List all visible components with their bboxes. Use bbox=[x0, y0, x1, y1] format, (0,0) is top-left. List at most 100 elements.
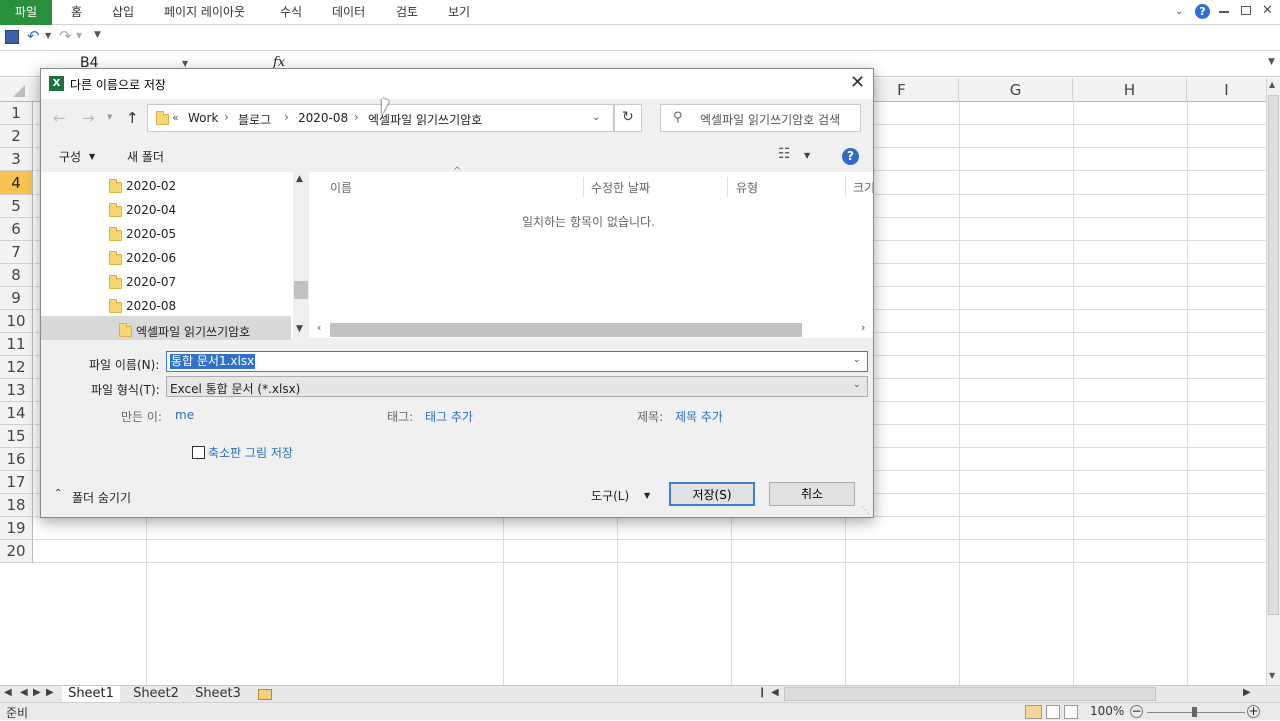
redo-dropdown-icon[interactable]: ▼ bbox=[76, 31, 82, 40]
help-icon[interactable]: ? bbox=[1195, 4, 1210, 19]
view-dropdown-icon[interactable]: ▼ bbox=[804, 151, 810, 160]
prev-sheet-icon[interactable]: ◀ bbox=[20, 687, 28, 698]
tab-view[interactable]: 보기 bbox=[448, 0, 470, 25]
breadcrumb-separator-icon[interactable]: › bbox=[284, 110, 289, 124]
row-header[interactable]: 16 bbox=[0, 448, 33, 471]
row-header[interactable]: 6 bbox=[0, 218, 33, 241]
last-sheet-icon[interactable]: ▶ bbox=[46, 687, 54, 698]
zoom-in-icon[interactable]: + bbox=[1247, 705, 1260, 718]
row-header[interactable]: 8 bbox=[0, 264, 33, 287]
tab-file[interactable]: 파일 bbox=[0, 0, 52, 25]
row-header[interactable]: 19 bbox=[0, 517, 33, 540]
column-size[interactable]: 크기 bbox=[853, 179, 873, 196]
filetype-dropdown-icon[interactable]: ⌄ bbox=[853, 380, 861, 390]
next-sheet-icon[interactable]: ▶ bbox=[33, 687, 41, 698]
tab-insert[interactable]: 삽입 bbox=[112, 0, 134, 25]
nav-scrollbar[interactable]: ▲ ▼ bbox=[293, 172, 309, 338]
zoom-out-icon[interactable]: − bbox=[1130, 705, 1143, 718]
nav-scroll-up-icon[interactable]: ▲ bbox=[296, 174, 303, 184]
hide-folders-button[interactable]: 폴더 숨기기 bbox=[72, 489, 131, 506]
column-header-i[interactable]: I bbox=[1187, 78, 1266, 102]
nav-folder-item[interactable]: 2020-06 bbox=[126, 251, 176, 265]
tools-dropdown-icon[interactable]: ▼ bbox=[644, 491, 650, 500]
row-header[interactable]: 18 bbox=[0, 494, 33, 517]
row-header[interactable]: 3 bbox=[0, 148, 33, 171]
row-header[interactable]: 5 bbox=[0, 195, 33, 218]
row-header[interactable]: 1 bbox=[0, 102, 33, 125]
insert-sheet-icon[interactable] bbox=[258, 689, 272, 700]
filename-input[interactable]: 통합 문서1.xlsx ⌄ bbox=[166, 351, 868, 372]
row-header[interactable]: 7 bbox=[0, 241, 33, 264]
nav-folder-item[interactable]: 엑셀파일 읽기쓰기암호 bbox=[136, 323, 250, 340]
address-dropdown-icon[interactable]: ⌄ bbox=[592, 112, 600, 123]
normal-view-icon[interactable] bbox=[1025, 705, 1042, 719]
breadcrumb-separator-icon[interactable]: › bbox=[224, 110, 229, 124]
column-name[interactable]: 이름 bbox=[330, 179, 352, 196]
tab-review[interactable]: 검토 bbox=[396, 0, 418, 25]
sheet-tab-1[interactable]: Sheet1 bbox=[62, 686, 120, 702]
save-button[interactable]: 저장(S) bbox=[669, 482, 755, 506]
page-layout-view-icon[interactable] bbox=[1046, 705, 1060, 719]
organize-dropdown-icon[interactable]: ▼ bbox=[89, 152, 95, 161]
row-header[interactable]: 9 bbox=[0, 287, 33, 310]
row-header[interactable]: 20 bbox=[0, 540, 33, 563]
thumbnail-checkbox[interactable] bbox=[192, 446, 205, 459]
row-header[interactable]: 14 bbox=[0, 402, 33, 425]
undo-dropdown-icon[interactable]: ▼ bbox=[45, 31, 51, 40]
hscroll-right-icon[interactable]: ▶ bbox=[1243, 687, 1251, 698]
vertical-scrollbar[interactable]: ▲ ▼ bbox=[1266, 78, 1280, 685]
undo-icon[interactable]: ↶ bbox=[27, 27, 40, 45]
search-box[interactable]: ⚲ 엑셀파일 읽기쓰기암호 검색 bbox=[660, 104, 861, 132]
nav-folder-item[interactable]: 2020-07 bbox=[126, 275, 176, 289]
refresh-button[interactable]: ↻ bbox=[614, 104, 642, 132]
collapse-folders-icon[interactable]: ⌃ bbox=[54, 488, 62, 499]
tab-formulas[interactable]: 수식 bbox=[280, 0, 302, 25]
select-all-icon[interactable] bbox=[13, 85, 25, 97]
row-header[interactable]: 17 bbox=[0, 471, 33, 494]
nav-scroll-down-icon[interactable]: ▼ bbox=[296, 324, 303, 334]
up-icon[interactable]: ↑ bbox=[126, 109, 139, 127]
nav-folder-item[interactable]: 2020-05 bbox=[126, 227, 176, 241]
save-icon[interactable] bbox=[5, 30, 19, 44]
resize-grip-icon[interactable]: ⋱ bbox=[861, 506, 870, 516]
row-header[interactable]: 11 bbox=[0, 333, 33, 356]
nav-folder-item[interactable]: 2020-02 bbox=[126, 179, 176, 193]
dialog-help-icon[interactable]: ? bbox=[842, 148, 859, 165]
dialog-close-icon[interactable]: ✕ bbox=[850, 72, 865, 93]
recent-locations-icon[interactable]: ▼ bbox=[107, 113, 112, 121]
hscroll-left-icon[interactable]: ‹ bbox=[317, 321, 321, 334]
expand-formula-icon[interactable]: ▼ bbox=[1268, 57, 1275, 67]
forward-icon[interactable]: → bbox=[82, 109, 95, 127]
breadcrumb-overflow[interactable]: « bbox=[172, 111, 179, 124]
page-break-view-icon[interactable] bbox=[1064, 705, 1078, 719]
nav-folder-item[interactable]: 2020-04 bbox=[126, 203, 176, 217]
tab-home[interactable]: 홈 bbox=[71, 0, 82, 25]
add-title-link[interactable]: 제목 추가 bbox=[675, 408, 723, 425]
scroll-thumb[interactable] bbox=[1268, 95, 1279, 615]
hscroll-thumb[interactable] bbox=[784, 687, 1156, 701]
row-header[interactable]: 15 bbox=[0, 425, 33, 448]
hscroll-right-icon[interactable]: › bbox=[861, 321, 865, 334]
restore-icon[interactable] bbox=[1241, 6, 1251, 15]
thumbnail-label[interactable]: 축소판 그림 저장 bbox=[208, 444, 293, 461]
tab-page-layout[interactable]: 페이지 레이아웃 bbox=[164, 0, 245, 25]
name-box-dropdown-icon[interactable]: ▼ bbox=[182, 59, 188, 68]
filename-dropdown-icon[interactable]: ⌄ bbox=[853, 355, 861, 365]
view-options-icon[interactable]: ☷ bbox=[778, 146, 791, 162]
ribbon-collapse-icon[interactable]: ⌄ bbox=[1175, 6, 1183, 17]
file-list-hscroll-thumb[interactable] bbox=[330, 323, 802, 337]
column-header-g[interactable]: G bbox=[959, 78, 1073, 102]
add-tag-link[interactable]: 태그 추가 bbox=[425, 408, 473, 425]
breadcrumb-work[interactable]: Work bbox=[188, 111, 218, 125]
tools-button[interactable]: 도구(L) bbox=[591, 487, 629, 504]
first-sheet-icon[interactable]: ◀ bbox=[4, 687, 12, 698]
scroll-down-icon[interactable]: ▼ bbox=[1269, 671, 1275, 680]
column-type[interactable]: 유형 bbox=[736, 179, 758, 196]
sheet-tab-2[interactable]: Sheet2 bbox=[128, 686, 184, 702]
row-header[interactable]: 12 bbox=[0, 356, 33, 379]
cancel-button[interactable]: 취소 bbox=[769, 482, 855, 506]
nav-folder-item[interactable]: 2020-08 bbox=[126, 299, 176, 313]
minimize-icon[interactable] bbox=[1219, 11, 1229, 13]
file-list-pane[interactable]: ^ 일치하는 항목이 없습니다. ‹ › bbox=[309, 166, 873, 338]
column-header-h[interactable]: H bbox=[1073, 78, 1187, 102]
